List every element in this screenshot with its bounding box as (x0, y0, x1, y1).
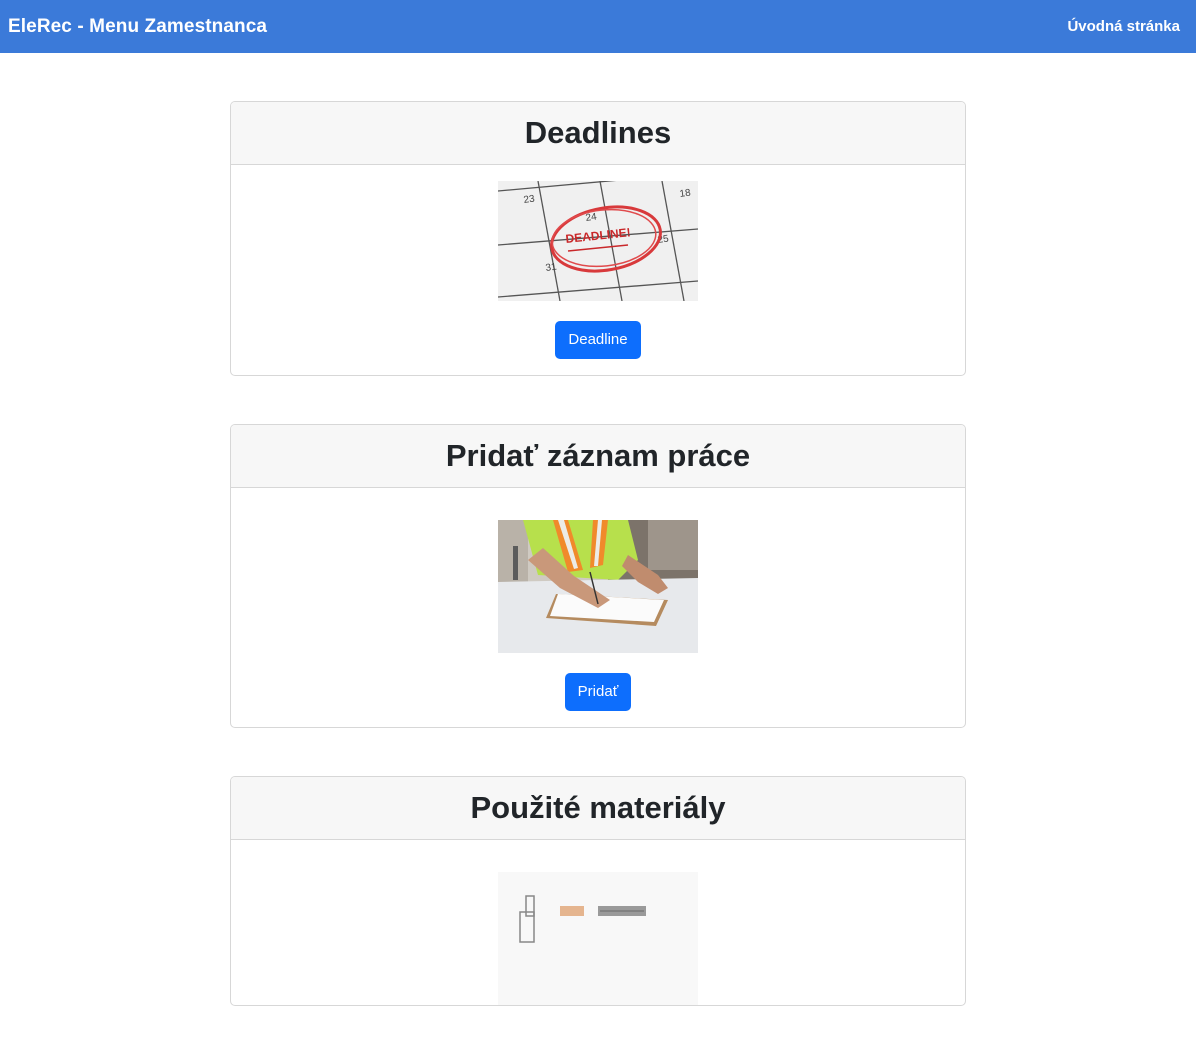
card-header: Pridať záznam práce (231, 425, 965, 488)
top-navbar: EleRec - Menu Zamestnanca Úvodná stránka (0, 0, 1196, 53)
calendar-deadline-image: 23 24 25 31 18 DEADLINE! (498, 181, 698, 301)
work-record-card: Pridať záznam práce Pridať (230, 424, 966, 728)
card-body: Pridať (231, 488, 965, 727)
day-23: 23 (523, 193, 536, 206)
used-materials-card: Použité materiály (230, 776, 966, 1006)
card-body: 23 24 25 31 18 DEADLINE! Deadline (231, 165, 965, 375)
materials-image (498, 872, 698, 1005)
card-header: Deadlines (231, 102, 965, 165)
main-content: Deadlines 23 24 25 31 18 DEADLINE! Deadl… (230, 101, 966, 1054)
deadline-button[interactable]: Deadline (555, 321, 641, 359)
card-title: Použité materiály (470, 790, 726, 825)
day-31: 31 (545, 261, 558, 274)
deadlines-card: Deadlines 23 24 25 31 18 DEADLINE! Deadl… (230, 101, 966, 376)
card-title: Pridať záznam práce (445, 438, 751, 473)
add-record-button[interactable]: Pridať (564, 673, 632, 711)
day-18: 18 (679, 187, 692, 200)
card-header: Použité materiály (231, 777, 965, 840)
home-link[interactable]: Úvodná stránka (1067, 18, 1180, 35)
card-body (231, 840, 965, 1005)
worker-writing-clipboard-image (498, 520, 698, 653)
card-title: Deadlines (524, 115, 672, 150)
navbar-brand[interactable]: EleRec - Menu Zamestnanca (8, 16, 267, 38)
